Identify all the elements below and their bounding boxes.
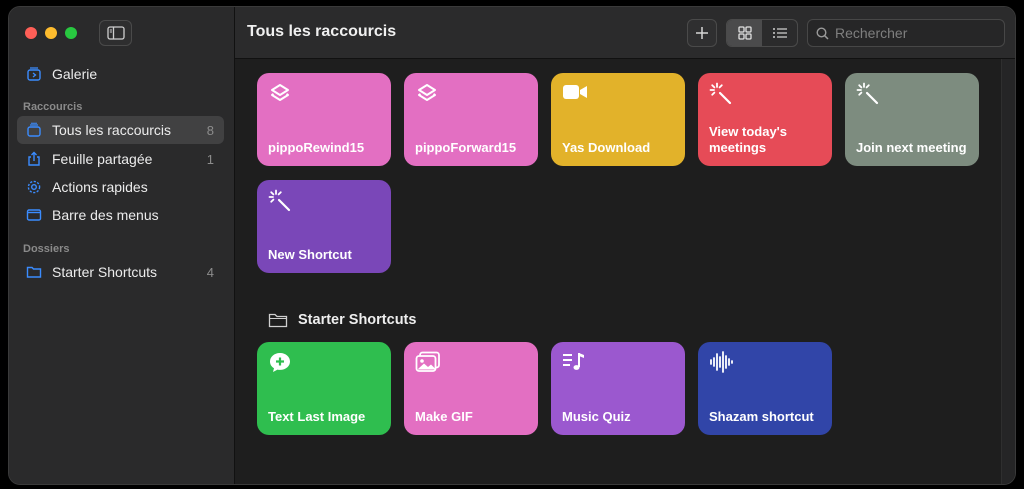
magic-wand-icon [856,82,880,105]
photos-icon [415,351,440,373]
shortcut-card-view-today-s-meetings[interactable]: View today's meetings [698,73,832,166]
menu-bar-icon [25,206,43,224]
view-mode-switch [726,19,798,47]
grid-icon [737,26,752,40]
scrollbar[interactable] [1001,59,1015,484]
music-list-icon [562,351,586,373]
search-box [807,19,1005,47]
toolbar: Tous les raccourcis [235,7,1015,59]
video-camera-icon [562,82,587,104]
list-view-button[interactable] [762,20,797,46]
folder-section-header: Starter Shortcuts [268,312,416,328]
shortcut-title: Yas Download [562,140,651,155]
sidebar: Galerie Raccourcis Tous les raccourcis 8… [9,7,235,484]
list-icon [772,28,787,38]
gear-icon [25,178,43,196]
sidebar-item-label: Tous les raccourcis [52,122,172,138]
shortcut-card-yas-download[interactable]: Yas Download [551,73,685,166]
shortcut-title: New Shortcut [268,247,352,262]
shortcut-title: Join next meeting [856,140,967,155]
shortcut-card-pippoforward15[interactable]: pippoForward15 [404,73,538,166]
search-input[interactable] [835,25,995,41]
folder-icon [268,313,288,328]
sidebar-item-quick-actions[interactable]: Actions rapides [17,173,224,201]
magic-wand-icon [709,82,733,105]
shortcut-title: pippoForward15 [415,140,517,155]
sidebar-item-share-sheet[interactable]: Feuille partagée 1 [17,145,224,173]
layers-icon [415,82,439,104]
add-shortcut-button[interactable] [687,19,717,47]
sidebar-section-shortcuts: Raccourcis [23,101,83,113]
gallery-icon [25,65,43,83]
shortcut-card-pipporewind15[interactable]: pippoRewind15 [257,73,391,166]
window-controls [25,27,77,39]
sidebar-item-count: 4 [206,264,214,280]
sidebar-item-gallery[interactable]: Galerie [17,60,224,88]
shortcut-title: Shazam shortcut [709,409,814,424]
folder-section-title: Starter Shortcuts [298,312,417,328]
shortcut-title: View today's meetings [709,124,787,155]
sidebar-item-label: Feuille partagée [52,151,153,167]
share-icon [25,150,43,168]
sidebar-item-label: Galerie [52,66,98,82]
main-content: Tous les raccourcis pippoRewind15 pippoFo… [235,7,1015,484]
layers-icon [268,82,292,104]
folder-icon [25,263,43,281]
close-window-button[interactable] [25,27,37,39]
shortcut-title: Music Quiz [562,409,631,424]
zoom-window-button[interactable] [65,27,77,39]
speech-plus-icon [268,351,292,373]
minimize-window-button[interactable] [45,27,57,39]
sidebar-item-count: 1 [206,151,214,167]
sidebar-item-menu-bar[interactable]: Barre des menus [17,201,224,229]
plus-icon [696,27,708,39]
shortcut-card-new-shortcut[interactable]: New Shortcut [257,180,391,273]
app-window: Galerie Raccourcis Tous les raccourcis 8… [8,6,1016,485]
search-icon [816,26,829,40]
sidebar-toggle-button[interactable] [99,20,132,46]
sidebar-item-label: Barre des menus [52,207,159,223]
sidebar-icon [106,26,125,40]
sidebar-item-label: Starter Shortcuts [52,264,158,280]
sidebar-section-folders: Dossiers [23,243,70,255]
grid-view-button[interactable] [727,20,762,46]
shortcut-card-text-last-image[interactable]: Text Last Image [257,342,391,435]
shortcut-card-music-quiz[interactable]: Music Quiz [551,342,685,435]
shortcut-title: Make GIF [415,409,473,424]
waveform-icon [709,351,733,373]
stack-icon [25,121,43,139]
page-title: Tous les raccourcis [247,23,397,40]
sidebar-item-label: Actions rapides [52,179,148,195]
shortcut-card-shazam-shortcut[interactable]: Shazam shortcut [698,342,832,435]
sidebar-item-count: 8 [206,122,214,138]
sidebar-item-starter-shortcuts[interactable]: Starter Shortcuts 4 [17,258,224,286]
sidebar-item-all-shortcuts[interactable]: Tous les raccourcis 8 [17,116,224,144]
shortcut-title: Text Last Image [268,409,366,424]
magic-wand-icon [268,189,292,212]
shortcut-card-join-next-meeting[interactable]: Join next meeting [845,73,979,166]
shortcut-card-make-gif[interactable]: Make GIF [404,342,538,435]
shortcut-title: pippoRewind15 [268,140,365,155]
